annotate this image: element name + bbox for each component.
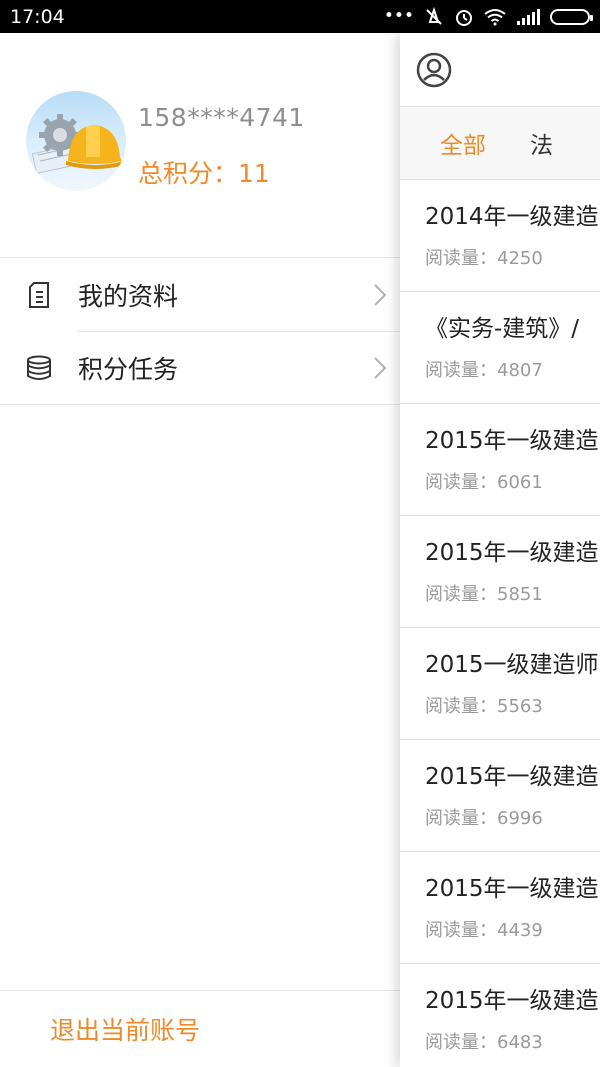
logout-button[interactable]: 退出当前账号 xyxy=(0,990,400,1067)
total-points: 总积分：11 xyxy=(138,159,270,188)
alarm-icon xyxy=(456,9,472,26)
article-title: 2015年一级建造 xyxy=(425,428,599,454)
mute-icon xyxy=(426,6,442,25)
chevron-right-icon xyxy=(374,283,387,306)
avatar[interactable] xyxy=(26,91,126,191)
list-item[interactable]: 2015一级建造师 阅读量：5563 xyxy=(400,628,600,740)
menu-label: 积分任务 xyxy=(78,354,179,384)
list-item[interactable]: 2015年一级建造 阅读量：6061 xyxy=(400,404,600,516)
menu-item-points-tasks[interactable]: 积分任务 xyxy=(0,331,400,404)
tab-all[interactable]: 全部 xyxy=(440,126,486,160)
article-title: 2015年一级建造 xyxy=(425,988,599,1014)
status-bar: 17:04 ••• xyxy=(0,0,600,33)
list-item[interactable]: 2015年一级建造 阅读量：6483 xyxy=(400,964,600,1067)
article-views: 阅读量：5851 xyxy=(425,584,543,605)
menu-item-my-profile[interactable]: 我的资料 xyxy=(0,258,400,331)
document-icon xyxy=(29,281,49,308)
list-item[interactable]: 2015年一级建造 阅读量：4439 xyxy=(400,852,600,964)
category-tabs: 全部 法 xyxy=(400,107,600,180)
article-title: 2015一级建造师 xyxy=(425,652,599,678)
content-header xyxy=(400,33,600,107)
helmet-gear-icon xyxy=(31,114,124,174)
navigation-drawer: 158****4741 总积分：11 我的资料 积分任务 退出当前账号 xyxy=(0,33,400,1067)
article-views: 阅读量：4807 xyxy=(425,360,543,381)
article-views: 阅读量：4250 xyxy=(425,248,543,269)
drawer-menu: 我的资料 积分任务 xyxy=(0,257,400,405)
main-content[interactable]: 全部 法 2014年一级建造 阅读量：4250 《实务-建筑》/ 阅读量：480… xyxy=(400,33,600,1067)
article-title: 2014年一级建造 xyxy=(425,204,599,230)
menu-label: 我的资料 xyxy=(78,281,179,311)
list-item[interactable]: 2015年一级建造 阅读量：6996 xyxy=(400,740,600,852)
user-phone: 158****4741 xyxy=(138,103,305,132)
dots-icon: ••• xyxy=(383,6,414,26)
battery-icon xyxy=(550,8,593,25)
chevron-right-icon xyxy=(374,356,387,379)
article-title: 2015年一级建造 xyxy=(425,540,599,566)
article-views: 阅读量：6061 xyxy=(425,472,543,493)
signal-icon xyxy=(517,8,540,25)
article-views: 阅读量：4439 xyxy=(425,920,543,941)
list-item[interactable]: 2014年一级建造 阅读量：4250 xyxy=(400,180,600,292)
article-views: 阅读量：5563 xyxy=(425,696,543,717)
user-icon[interactable] xyxy=(416,52,452,88)
list-item[interactable]: 《实务-建筑》/ 阅读量：4807 xyxy=(400,292,600,404)
wifi-icon xyxy=(484,8,506,25)
clock: 17:04 xyxy=(10,5,65,28)
article-views: 阅读量：6483 xyxy=(425,1032,543,1053)
logout-label: 退出当前账号 xyxy=(50,1016,201,1045)
tab-law[interactable]: 法 xyxy=(530,126,553,160)
article-list: 2014年一级建造 阅读量：4250 《实务-建筑》/ 阅读量：4807 201… xyxy=(400,180,600,1067)
article-views: 阅读量：6996 xyxy=(425,808,543,829)
article-title: 2015年一级建造 xyxy=(425,876,599,902)
profile-header[interactable]: 158****4741 总积分：11 xyxy=(0,33,400,257)
status-icons: ••• xyxy=(383,6,593,27)
article-title: 2015年一级建造 xyxy=(425,764,599,790)
article-title: 《实务-建筑》/ xyxy=(425,316,580,342)
list-item[interactable]: 2015年一级建造 阅读量：5851 xyxy=(400,516,600,628)
database-icon xyxy=(27,355,51,380)
